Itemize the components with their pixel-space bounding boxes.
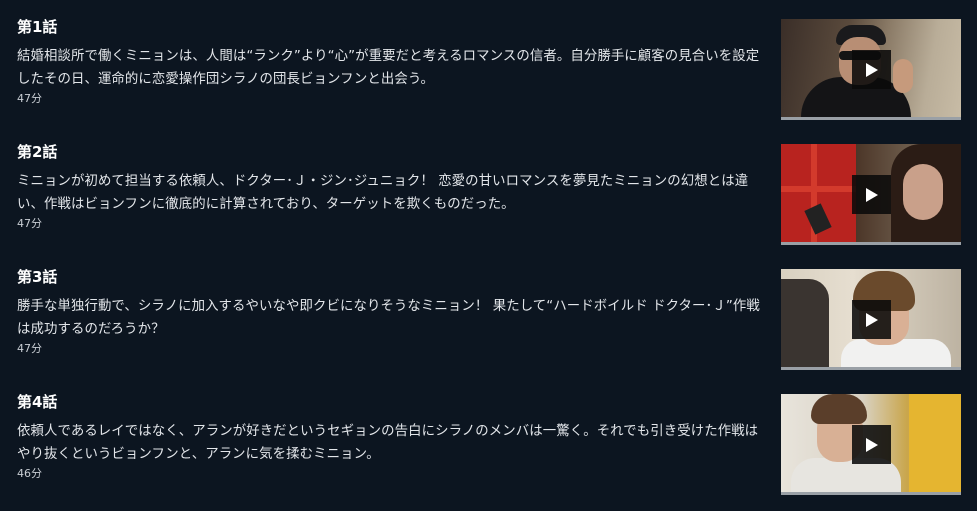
play-button[interactable]: [852, 425, 891, 464]
thumbnail-progress-bar: [781, 367, 961, 370]
thumbnail-progress-bar: [781, 242, 961, 245]
episode-description: 結婚相談所で働くミニョンは、人間は“ランク”より“心”が重要だと考えるロマンスの…: [17, 49, 760, 87]
thumbnail-art: [909, 394, 961, 495]
episode-description: ミニョンが初めて担当する依頼人、ドクター･Ｊ・ジン･ジュニョク！ 恋愛の甘いロマ…: [17, 174, 749, 212]
episode-thumbnail[interactable]: [781, 19, 961, 120]
episode-duration: 47分: [17, 342, 42, 355]
play-button[interactable]: [852, 50, 891, 89]
episode-title: 第3話: [17, 268, 58, 286]
episode-thumbnail[interactable]: [781, 144, 961, 245]
episode-description: 勝手な単独行動で、シラノに加入するやいなや即クビになりそうなミニョン！ 果たして…: [17, 299, 760, 337]
episode-list: 第1話 結婚相談所で働くミニョンは、人間は“ランク”より“心”が重要だと考えるロ…: [0, 0, 977, 511]
episode-item-3: 第3話 勝手な単独行動で、シラノに加入するやいなや即クビになりそうなミニョン！ …: [0, 250, 977, 370]
play-icon: [865, 62, 878, 77]
episode-title: 第4話: [17, 393, 58, 411]
episode-duration: 47分: [17, 92, 42, 105]
episode-thumbnail[interactable]: [781, 394, 961, 495]
episode-item-4: 第4話 依頼人であるレイではなく、アランが好きだというセギョンの告白にシラノのメ…: [0, 375, 977, 495]
thumbnail-progress-bar: [781, 492, 961, 495]
episode-item-2: 第2話 ミニョンが初めて担当する依頼人、ドクター･Ｊ・ジン･ジュニョク！ 恋愛の…: [0, 125, 977, 245]
play-icon: [865, 312, 878, 327]
episode-title: 第2話: [17, 143, 58, 161]
episode-thumbnail[interactable]: [781, 269, 961, 370]
play-button[interactable]: [852, 300, 891, 339]
episode-description: 依頼人であるレイではなく、アランが好きだというセギョンの告白にシラノのメンバは一…: [17, 424, 759, 462]
thumbnail-art: [781, 279, 829, 370]
play-button[interactable]: [852, 175, 891, 214]
episode-item-1: 第1話 結婚相談所で働くミニョンは、人間は“ランク”より“心”が重要だと考えるロ…: [0, 0, 977, 120]
play-icon: [865, 187, 878, 202]
play-icon: [865, 437, 878, 452]
thumbnail-progress-bar: [781, 117, 961, 120]
episode-duration: 46分: [17, 467, 42, 480]
episode-duration: 47分: [17, 217, 42, 230]
episode-title: 第1話: [17, 18, 58, 36]
